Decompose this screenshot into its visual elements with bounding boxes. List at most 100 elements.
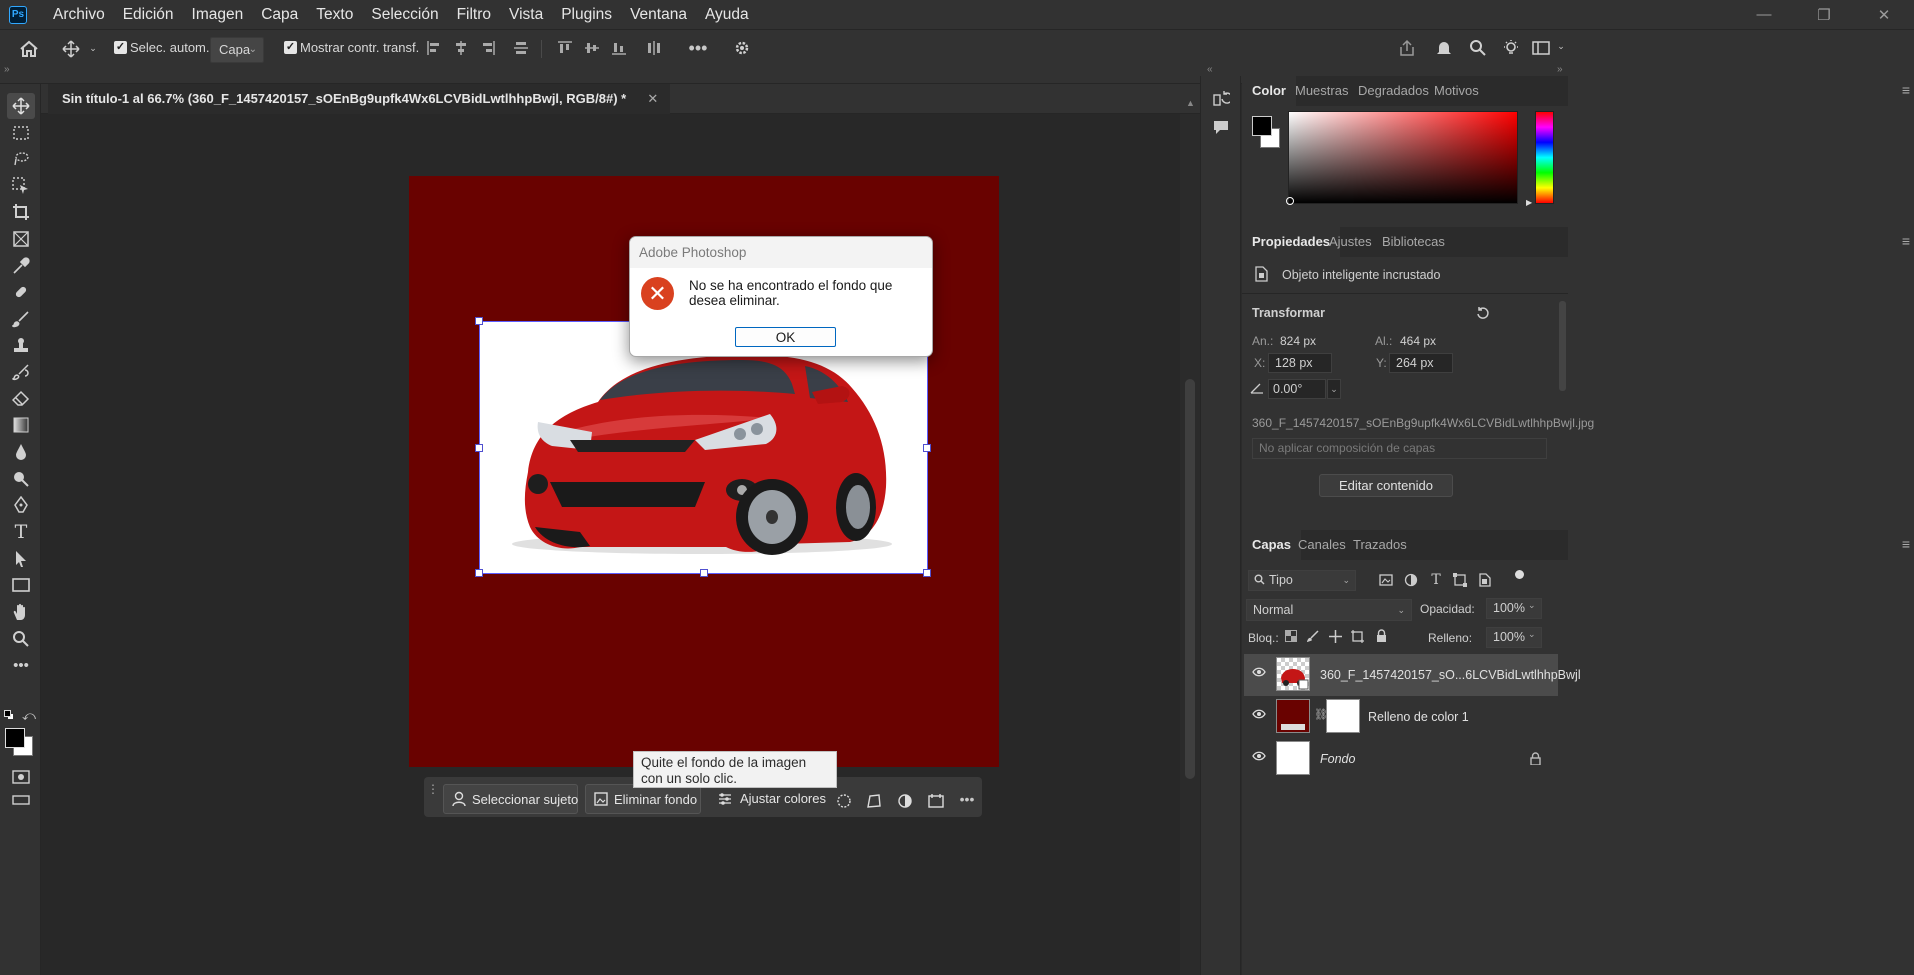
restore-button[interactable]: ❐ xyxy=(1794,0,1854,29)
menu-vista[interactable]: Vista xyxy=(500,0,552,29)
filter-adjustment-icon[interactable] xyxy=(1403,572,1419,588)
transform-handle[interactable] xyxy=(475,317,483,325)
frame-tool-icon[interactable] xyxy=(7,226,35,252)
menu-plugins[interactable]: Plugins xyxy=(552,0,621,29)
home-icon[interactable] xyxy=(18,38,40,60)
width-value[interactable]: 824 px xyxy=(1280,334,1316,348)
height-value[interactable]: 464 px xyxy=(1400,334,1436,348)
menu-capa[interactable]: Capa xyxy=(252,0,307,29)
crop-tool-icon[interactable] xyxy=(7,199,35,225)
layer-row[interactable]: ⛓ Relleno de color 1 xyxy=(1244,696,1558,738)
lasso-tool-icon[interactable] xyxy=(7,146,35,172)
search-icon[interactable] xyxy=(1467,37,1489,59)
move-tool-icon[interactable] xyxy=(7,93,35,119)
collapse-arrows-icon[interactable]: « xyxy=(1207,64,1213,75)
menu-seleccion[interactable]: Selección xyxy=(362,0,447,29)
share-icon[interactable] xyxy=(1396,37,1418,59)
dodge-tool-icon[interactable] xyxy=(7,466,35,492)
pen-tool-icon[interactable] xyxy=(7,492,35,518)
scrollbar-thumb[interactable] xyxy=(1185,379,1195,779)
foreground-color-swatch[interactable] xyxy=(1252,116,1272,136)
history-brush-icon[interactable] xyxy=(7,359,35,385)
blur-tool-icon[interactable] xyxy=(7,439,35,465)
color-picker-cursor[interactable] xyxy=(1286,197,1294,205)
eye-icon[interactable] xyxy=(1252,751,1266,761)
tab-patterns[interactable]: Motivos xyxy=(1424,76,1489,106)
workspace-icon[interactable] xyxy=(1530,37,1552,59)
lock-all-icon[interactable] xyxy=(1374,628,1388,642)
gradient-tool-icon[interactable] xyxy=(7,412,35,438)
lock-transparency-icon[interactable] xyxy=(1284,629,1298,643)
panel-menu-icon[interactable]: ≡ xyxy=(1902,233,1910,249)
move-tool-icon[interactable] xyxy=(60,38,82,60)
gear-icon[interactable] xyxy=(732,38,752,58)
color-picker-field[interactable] xyxy=(1288,111,1518,204)
eye-icon[interactable] xyxy=(1252,667,1266,677)
type-tool-icon[interactable]: T xyxy=(7,519,35,545)
y-position-field[interactable]: 264 px xyxy=(1389,353,1453,373)
remove-background-button[interactable]: Eliminar fondo xyxy=(585,784,701,814)
adjust-colors-button[interactable]: Ajustar colores xyxy=(714,784,826,814)
zoom-tool-icon[interactable] xyxy=(7,626,35,652)
transform-handle[interactable] xyxy=(475,444,483,452)
distribute-vertical-icon[interactable] xyxy=(511,38,531,58)
car-image-layer[interactable] xyxy=(475,317,931,577)
tab-libraries[interactable]: Bibliotecas xyxy=(1372,227,1455,257)
expand-arrows-icon[interactable]: » xyxy=(4,64,10,75)
marquee-tool-icon[interactable] xyxy=(7,120,35,146)
menu-imagen[interactable]: Imagen xyxy=(183,0,253,29)
filter-pixel-icon[interactable] xyxy=(1378,572,1394,588)
properties-scrollbar[interactable] xyxy=(1559,301,1566,391)
drag-handle-icon[interactable]: ⋮ xyxy=(427,783,439,795)
align-right-icon[interactable] xyxy=(478,38,498,58)
scroll-up-icon[interactable]: ▲ xyxy=(1186,98,1195,108)
close-tab-icon[interactable]: ✕ xyxy=(647,84,658,114)
default-colors-icon[interactable] xyxy=(4,710,14,720)
rectangle-tool-icon[interactable] xyxy=(7,572,35,598)
swap-colors-icon[interactable]: ⤺ xyxy=(22,708,36,724)
foreground-color-swatch[interactable] xyxy=(5,728,25,748)
menu-ayuda[interactable]: Ayuda xyxy=(696,0,758,29)
chevron-down-icon[interactable]: ⌄ xyxy=(1556,40,1566,52)
chevron-down-icon[interactable]: ⌄ xyxy=(1528,600,1536,611)
hue-slider-marker[interactable]: ▶ xyxy=(1526,198,1532,207)
eraser-tool-icon[interactable] xyxy=(7,386,35,412)
brush-tool-icon[interactable] xyxy=(7,306,35,332)
path-selection-icon[interactable] xyxy=(7,546,35,572)
panel-menu-icon[interactable]: ≡ xyxy=(1902,536,1910,552)
chevron-down-icon[interactable]: ⌄ xyxy=(1327,379,1341,399)
vertical-scrollbar[interactable]: ▲ xyxy=(1180,98,1200,975)
layer-name[interactable]: Relleno de color 1 xyxy=(1368,696,1469,738)
eye-icon[interactable] xyxy=(1252,709,1266,719)
close-window-button[interactable]: ✕ xyxy=(1854,0,1914,29)
align-top-icon[interactable] xyxy=(555,38,575,58)
align-center-icon[interactable] xyxy=(451,38,471,58)
reset-transform-icon[interactable] xyxy=(1474,304,1492,322)
layer-mask-thumbnail[interactable] xyxy=(1326,699,1360,733)
mask-icon[interactable] xyxy=(896,792,914,810)
distribute-horizontal-icon[interactable] xyxy=(644,38,664,58)
filter-type-icon[interactable]: T xyxy=(1428,572,1444,588)
minimize-button[interactable]: — xyxy=(1734,0,1794,29)
layer-name[interactable]: 360_F_1457420157_sO...6LCVBidLwtlhhpBwjl xyxy=(1320,654,1581,696)
more-options-icon[interactable]: ••• xyxy=(687,38,709,58)
filter-smart-object-icon[interactable] xyxy=(1477,572,1493,588)
healing-brush-icon[interactable] xyxy=(7,279,35,305)
filter-toggle-icon[interactable] xyxy=(1515,570,1524,579)
lock-position-icon[interactable] xyxy=(1328,629,1342,643)
comments-panel-icon[interactable] xyxy=(1210,116,1232,138)
hand-tool-icon[interactable] xyxy=(7,599,35,625)
history-panel-icon[interactable] xyxy=(1210,88,1232,110)
auto-select-dropdown[interactable]: Capa ⌄ xyxy=(210,37,264,63)
transform-icon[interactable] xyxy=(865,792,883,810)
document-tab[interactable]: Sin título-1 al 66.7% (360_F_1457420157_… xyxy=(48,84,671,114)
align-bottom-icon[interactable] xyxy=(609,38,629,58)
auto-select-checkbox[interactable]: ✓ xyxy=(114,41,127,54)
adjustment-icon[interactable] xyxy=(927,792,945,810)
menu-texto[interactable]: Texto xyxy=(307,0,362,29)
stamp-tool-icon[interactable] xyxy=(7,333,35,359)
transform-handle[interactable] xyxy=(700,569,708,577)
chevron-down-icon[interactable]: ⌄ xyxy=(1528,629,1536,640)
select-subject-button[interactable]: Seleccionar sujeto xyxy=(443,784,578,814)
transform-handle[interactable] xyxy=(475,569,483,577)
